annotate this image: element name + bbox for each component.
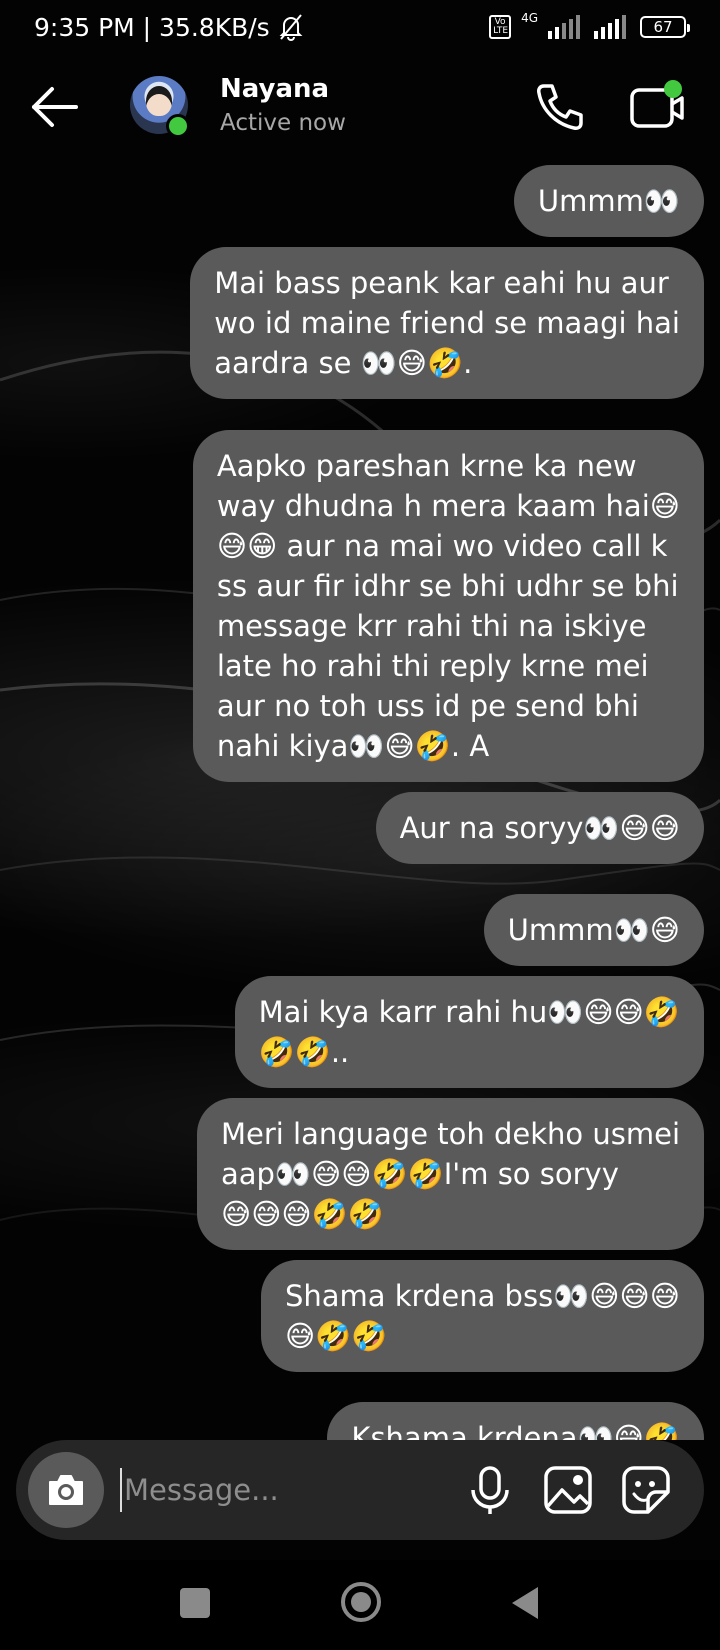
message-bubble[interactable]: Ummm👀😅 bbox=[483, 894, 704, 966]
message-bubble[interactable]: Ummm👀 bbox=[513, 165, 704, 237]
nav-back-icon[interactable] bbox=[508, 1585, 542, 1621]
sticker-icon[interactable] bbox=[618, 1462, 674, 1518]
recent-apps-button[interactable] bbox=[180, 1588, 210, 1618]
camera-icon bbox=[49, 1475, 83, 1505]
system-navigation-bar bbox=[0, 1560, 720, 1650]
message-list[interactable]: Ummm👀 Mai bass peank kar eahi hu aur wo … bbox=[0, 0, 720, 1440]
message-bubble[interactable]: Kshama krdena👀😅🤣 bbox=[327, 1402, 704, 1440]
microphone-icon[interactable] bbox=[462, 1462, 518, 1518]
message-bubble[interactable]: Meri language toh dekho usmei aap👀😅😅🤣🤣I'… bbox=[196, 1098, 704, 1250]
message-bubble[interactable]: Shama krdena bss👀😅😅😅 😅🤣🤣 bbox=[260, 1260, 704, 1372]
message-bubble[interactable]: Mai kya karr rahi hu👀😅😅🤣 🤣🤣.. bbox=[234, 976, 704, 1088]
message-bubble[interactable]: Aapko pareshan krne ka new way dhudna h … bbox=[192, 430, 704, 782]
message-composer bbox=[16, 1440, 704, 1540]
home-button[interactable] bbox=[341, 1582, 381, 1622]
message-bubble[interactable]: Aur na soryy👀😅😅 bbox=[375, 792, 704, 864]
camera-button[interactable] bbox=[28, 1452, 104, 1528]
message-input[interactable] bbox=[120, 1468, 420, 1512]
message-bubble[interactable]: Mai bass peank kar eahi hu aur wo id mai… bbox=[190, 247, 704, 399]
gallery-icon[interactable] bbox=[540, 1462, 596, 1518]
